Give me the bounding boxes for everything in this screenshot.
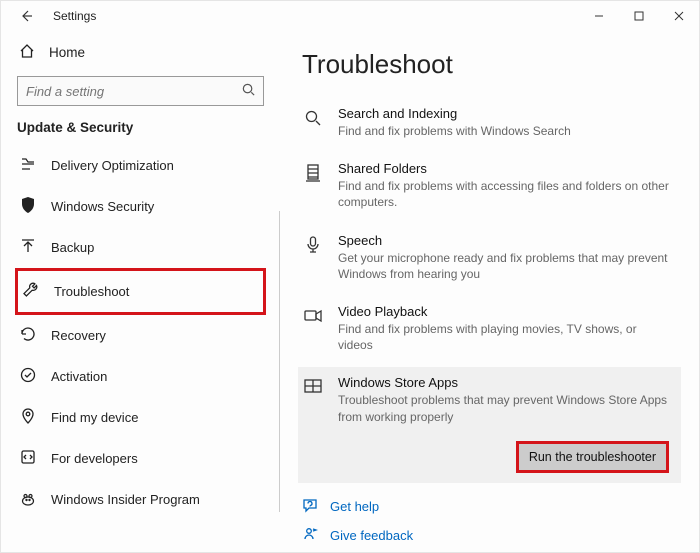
troubleshooter-title: Video Playback [338, 304, 673, 319]
maximize-button[interactable] [619, 1, 659, 31]
give-feedback-link[interactable]: Give feedback [330, 528, 413, 543]
troubleshooter-desc: Troubleshoot problems that may prevent W… [338, 392, 673, 424]
main-content: Troubleshoot Search and Indexing Find an… [280, 31, 699, 552]
sidebar-home-label: Home [49, 45, 85, 60]
sidebar-item-delivery-optimization[interactable]: Delivery Optimization [15, 145, 266, 186]
troubleshooter-title: Shared Folders [338, 161, 673, 176]
shield-icon [19, 196, 37, 217]
sidebar-item-backup[interactable]: Backup [15, 227, 266, 268]
sidebar-item-label: Recovery [51, 328, 106, 343]
troubleshooter-title: Speech [338, 233, 673, 248]
search-input[interactable] [17, 76, 264, 106]
sidebar-item-activation[interactable]: Activation [15, 356, 266, 397]
home-icon [19, 43, 35, 62]
store-apps-icon [302, 375, 324, 424]
sidebar-item-label: Activation [51, 369, 107, 384]
activation-icon [19, 366, 37, 387]
troubleshooter-speech[interactable]: Speech Get your microphone ready and fix… [302, 225, 681, 292]
sidebar-item-windows-insider[interactable]: Windows Insider Program [15, 479, 266, 520]
troubleshooter-title: Search and Indexing [338, 106, 673, 121]
recovery-icon [19, 325, 37, 346]
delivery-icon [19, 155, 37, 176]
sidebar-item-label: For developers [51, 451, 138, 466]
troubleshooter-shared-folders[interactable]: Shared Folders Find and fix problems wit… [302, 153, 681, 220]
shared-folders-icon [302, 161, 324, 210]
troubleshooter-search-indexing[interactable]: Search and Indexing Find and fix problem… [302, 98, 681, 149]
sidebar-item-troubleshoot[interactable]: Troubleshoot [15, 268, 266, 315]
troubleshooter-title: Windows Store Apps [338, 375, 673, 390]
search-icon [241, 82, 256, 102]
feedback-icon [302, 526, 318, 545]
wrench-icon [22, 281, 40, 302]
sidebar-item-label: Troubleshoot [54, 284, 129, 299]
search-indexing-icon [302, 106, 324, 139]
minimize-button[interactable] [579, 1, 619, 31]
sidebar-item-label: Find my device [51, 410, 138, 425]
sidebar-section-heading: Update & Security [17, 120, 266, 135]
run-troubleshooter-row: Run the troubleshooter [298, 435, 681, 483]
back-button[interactable] [13, 8, 39, 24]
sidebar: Home Update & Security Delivery Optimiza… [1, 31, 280, 552]
title-bar: Settings [1, 1, 699, 31]
backup-icon [19, 237, 37, 258]
sidebar-home[interactable]: Home [15, 37, 266, 74]
sidebar-item-for-developers[interactable]: For developers [15, 438, 266, 479]
location-icon [19, 407, 37, 428]
window-title: Settings [53, 9, 96, 23]
microphone-icon [302, 233, 324, 282]
sidebar-item-windows-security[interactable]: Windows Security [15, 186, 266, 227]
developers-icon [19, 448, 37, 469]
sidebar-item-label: Delivery Optimization [51, 158, 174, 173]
troubleshooter-desc: Find and fix problems with playing movie… [338, 321, 673, 353]
page-title: Troubleshoot [302, 49, 681, 80]
help-icon [302, 497, 318, 516]
sidebar-item-find-my-device[interactable]: Find my device [15, 397, 266, 438]
get-help-link[interactable]: Get help [330, 499, 379, 514]
insider-icon [19, 489, 37, 510]
troubleshooter-windows-store-apps[interactable]: Windows Store Apps Troubleshoot problems… [298, 367, 681, 434]
close-button[interactable] [659, 1, 699, 31]
troubleshooter-desc: Find and fix problems with Windows Searc… [338, 123, 673, 139]
run-troubleshooter-button[interactable]: Run the troubleshooter [516, 441, 669, 473]
troubleshooter-video-playback[interactable]: Video Playback Find and fix problems wit… [302, 296, 681, 363]
give-feedback-row[interactable]: Give feedback [302, 526, 681, 545]
sidebar-item-label: Windows Security [51, 199, 154, 214]
get-help-row[interactable]: Get help [302, 497, 681, 516]
troubleshooter-desc: Find and fix problems with accessing fil… [338, 178, 673, 210]
sidebar-item-recovery[interactable]: Recovery [15, 315, 266, 356]
window-controls [579, 1, 699, 31]
sidebar-item-label: Windows Insider Program [51, 492, 200, 507]
sidebar-item-label: Backup [51, 240, 94, 255]
troubleshooter-desc: Get your microphone ready and fix proble… [338, 250, 673, 282]
video-icon [302, 304, 324, 353]
